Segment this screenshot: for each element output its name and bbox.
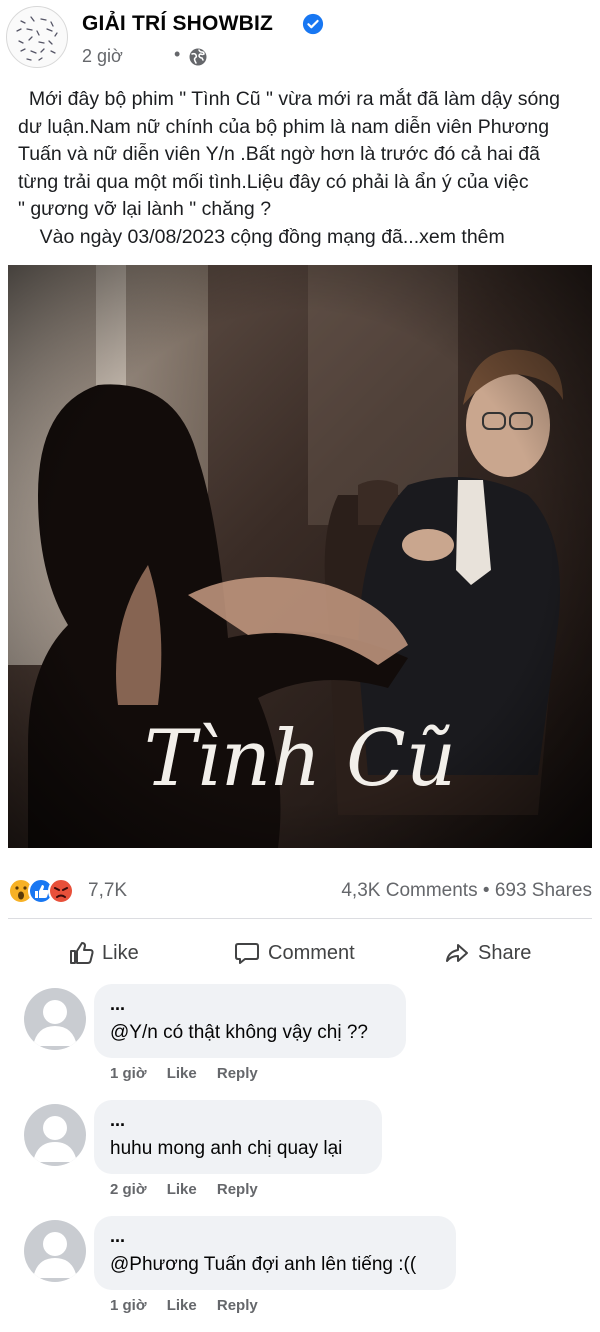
- comment-like-button[interactable]: Like: [167, 1297, 197, 1314]
- post-photo[interactable]: Tình Cũ: [8, 265, 592, 848]
- stats-dot: •: [482, 880, 490, 901]
- comment-text: @Phương Tuấn đợi anh lên tiếng :((: [110, 1254, 417, 1275]
- shares-count[interactable]: 693 Shares: [495, 880, 592, 901]
- comment-item: ... @Phương Tuấn đợi anh lên tiếng :(( 1…: [0, 1216, 600, 1326]
- comments-count[interactable]: 4,3K Comments: [341, 880, 477, 901]
- photo-title: Tình Cũ: [144, 714, 456, 804]
- comment-text: @Y/n có thật không vậy chị ??: [110, 1022, 368, 1043]
- like-label: Like: [102, 941, 139, 964]
- like-button[interactable]: Like: [68, 936, 139, 970]
- reactions-icons[interactable]: [8, 877, 76, 905]
- comment-item: ... huhu mong anh chị quay lại 2 giờ Lik…: [0, 1100, 600, 1210]
- post-header: GIẢI TRÍ SHOWBIZ 2 giờ •: [0, 0, 600, 80]
- share-label: Share: [478, 941, 532, 964]
- like-thumb-icon: [70, 942, 94, 964]
- comment-bubble[interactable]: ... huhu mong anh chị quay lại: [94, 1100, 382, 1174]
- caption-line: Tuấn và nữ diễn viên Y/n .Bất ngờ hơn là…: [18, 143, 540, 165]
- comment-time[interactable]: 1 giờ: [110, 1065, 147, 1082]
- comment-like-button[interactable]: Like: [167, 1065, 197, 1082]
- comment-reply-button[interactable]: Reply: [217, 1181, 258, 1198]
- post-time[interactable]: 2 giờ: [82, 46, 123, 67]
- divider: [8, 918, 592, 919]
- post-stats: 7,7K 4,3K Comments • 693 Shares: [0, 868, 600, 914]
- caption-line: " gương vỡ lại lành " chăng ?: [18, 198, 272, 220]
- comment-bubble[interactable]: ... @Phương Tuấn đợi anh lên tiếng :((: [94, 1216, 456, 1290]
- comment-meta: 1 giờ Like Reply: [110, 1065, 274, 1082]
- comment-label: Comment: [268, 941, 355, 964]
- comment-bubble-icon: [235, 943, 259, 964]
- page-avatar[interactable]: [6, 6, 68, 68]
- share-button[interactable]: Share: [444, 936, 531, 970]
- caption-line: từng trải qua một mối tình.Liệu đây có p…: [18, 170, 529, 193]
- comment-time[interactable]: 2 giờ: [110, 1181, 147, 1198]
- comment-author[interactable]: ...: [110, 994, 390, 1014]
- comments-shares-count[interactable]: 4,3K Comments • 693 Shares: [341, 880, 592, 902]
- caption-line-see-more[interactable]: Vào ngày 03/08/2023 cộng đồng mạng đã...…: [18, 224, 584, 252]
- action-bar: Like Comment Share: [0, 928, 600, 978]
- angry-reaction-icon: [48, 878, 74, 904]
- comment-author[interactable]: ...: [110, 1226, 440, 1246]
- comment-text: huhu mong anh chị quay lại: [110, 1138, 343, 1159]
- comment-bubble[interactable]: ... @Y/n có thật không vậy chị ??: [94, 984, 406, 1058]
- commenter-avatar[interactable]: [24, 1104, 86, 1166]
- share-arrow-icon: [446, 944, 468, 962]
- comment-item: ... @Y/n có thật không vậy chị ?? 1 giờ …: [0, 984, 600, 1094]
- comment-author[interactable]: ...: [110, 1110, 366, 1130]
- comment-meta: 2 giờ Like Reply: [110, 1181, 274, 1198]
- caption-line: dư luận.Nam nữ chính của bộ phim là nam …: [18, 115, 550, 138]
- page-name[interactable]: GIẢI TRÍ SHOWBIZ: [82, 12, 273, 36]
- caption-line: Mới đây bộ phim " Tình Cũ " vừa mới ra m…: [18, 88, 560, 110]
- post-caption: Mới đây bộ phim " Tình Cũ " vừa mới ra m…: [0, 86, 600, 251]
- comment-meta: 1 giờ Like Reply: [110, 1297, 274, 1314]
- comment-button[interactable]: Comment: [234, 936, 355, 970]
- comment-like-button[interactable]: Like: [167, 1181, 197, 1198]
- commenter-avatar[interactable]: [24, 1220, 86, 1282]
- verified-badge-icon: [302, 13, 324, 35]
- comment-reply-button[interactable]: Reply: [217, 1297, 258, 1314]
- commenter-avatar[interactable]: [24, 988, 86, 1050]
- comment-time[interactable]: 1 giờ: [110, 1297, 147, 1314]
- comment-reply-button[interactable]: Reply: [217, 1065, 258, 1082]
- reactions-count[interactable]: 7,7K: [88, 880, 127, 902]
- separator-dot: •: [174, 44, 181, 64]
- globe-icon[interactable]: [188, 47, 208, 67]
